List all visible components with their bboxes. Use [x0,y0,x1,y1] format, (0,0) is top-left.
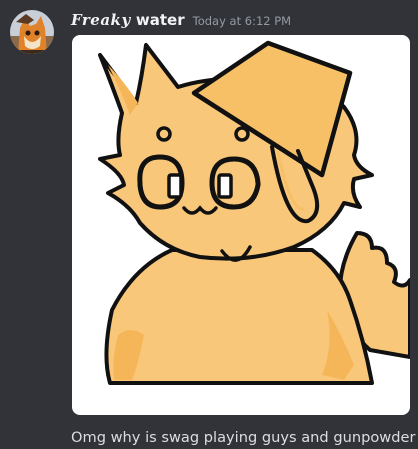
chat-message: Freaky water Today at 6:12 PM Omg why is… [0,0,418,449]
author-avatar[interactable] [10,10,54,54]
message-header: Freaky water Today at 6:12 PM [71,11,291,33]
message-timestamp: Today at 6:12 PM [192,14,292,28]
cat-drawing-image [98,40,410,385]
author-username[interactable]: Freaky water [71,11,185,29]
image-attachment[interactable] [72,35,410,415]
message-content: Omg why is swag playing guys and gunpowd… [71,429,416,446]
fox-avatar-icon [10,10,54,54]
